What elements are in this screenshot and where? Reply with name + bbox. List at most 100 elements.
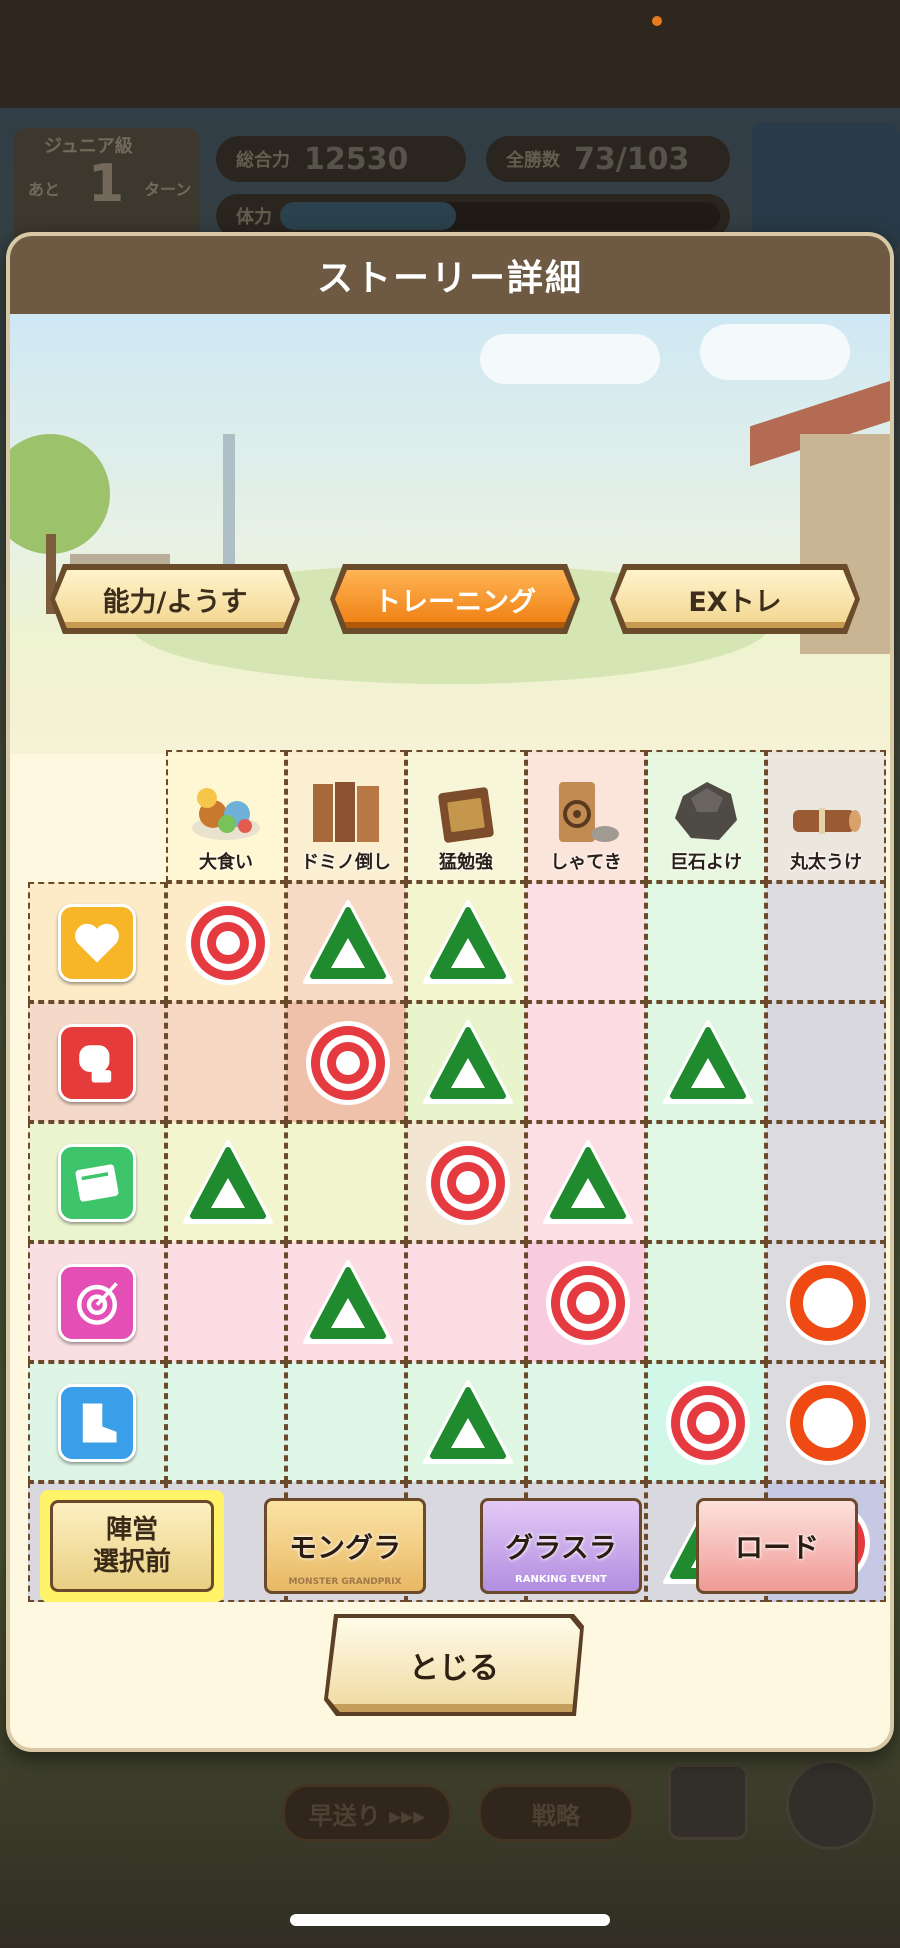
mode-label: モングラ bbox=[288, 1531, 401, 1564]
triangle-mark bbox=[543, 1140, 633, 1224]
column-label: 大食い bbox=[199, 852, 253, 873]
double-circle-mark bbox=[546, 1261, 630, 1345]
mode-label: ロード bbox=[734, 1531, 819, 1564]
heart-icon bbox=[58, 904, 136, 982]
grid-cell bbox=[766, 1002, 886, 1122]
food-plate-icon bbox=[192, 788, 260, 840]
grand-slam-button[interactable]: グラスラ RANKING EVENT bbox=[480, 1498, 642, 1594]
target-board-icon bbox=[559, 782, 619, 842]
faction-line1: 陣営 bbox=[105, 1515, 158, 1545]
modal-header: ストーリー詳細 bbox=[10, 236, 890, 314]
column-label: 巨石よけ bbox=[670, 852, 742, 873]
double-circle-mark bbox=[666, 1381, 750, 1465]
recording-indicator bbox=[652, 16, 662, 26]
grid-cell bbox=[526, 882, 646, 1002]
tab-ability[interactable]: 能力/ようす bbox=[55, 570, 295, 628]
grid-cell bbox=[526, 1122, 646, 1242]
boulder-icon bbox=[675, 782, 737, 840]
grid-cell bbox=[766, 1242, 886, 1362]
triangle-mark bbox=[423, 1020, 513, 1104]
double-circle-mark bbox=[306, 1021, 390, 1105]
domino-boards-icon bbox=[313, 782, 379, 842]
cloud bbox=[480, 334, 660, 384]
column-label: ドミノ倒し bbox=[301, 852, 391, 873]
grid-cell bbox=[406, 882, 526, 1002]
faction-line2: 選択前 bbox=[92, 1547, 171, 1577]
mode-label: グラスラ bbox=[505, 1531, 617, 1564]
triangle-mark bbox=[663, 1020, 753, 1104]
grid-cell bbox=[166, 882, 286, 1002]
triangle-mark bbox=[183, 1140, 273, 1224]
tree bbox=[10, 434, 110, 554]
grid-cell bbox=[406, 1122, 526, 1242]
column-header-domino: ドミノ倒し bbox=[286, 750, 406, 882]
grid-cell bbox=[286, 1242, 406, 1362]
monster-grandprix-button[interactable]: モングラ MONSTER GRANDPRIX bbox=[264, 1498, 426, 1594]
close-button[interactable]: とじる bbox=[328, 1618, 580, 1712]
column-header-study: 猛勉強 bbox=[406, 750, 526, 882]
column-header-big-eater: 大食い bbox=[166, 750, 286, 882]
grid-cell bbox=[166, 1122, 286, 1242]
column-header-log: 丸太うけ bbox=[766, 750, 886, 882]
home-indicator[interactable] bbox=[290, 1914, 610, 1926]
grid-cell bbox=[646, 1362, 766, 1482]
tab-ex-training[interactable]: EXトレ bbox=[615, 570, 855, 628]
column-label: しゃてき bbox=[550, 852, 622, 873]
grid-cell bbox=[406, 1242, 526, 1362]
scenery-background bbox=[10, 314, 890, 754]
grid-cell bbox=[286, 1362, 406, 1482]
grid-cell bbox=[526, 1242, 646, 1362]
grid-cell bbox=[526, 1002, 646, 1122]
status-bar bbox=[0, 0, 900, 108]
book-icon bbox=[438, 787, 494, 843]
grid-cell bbox=[406, 1002, 526, 1122]
grid-cell bbox=[766, 1122, 886, 1242]
double-circle-mark bbox=[186, 901, 270, 985]
row-header-cell bbox=[28, 1362, 166, 1482]
row-header-cell bbox=[28, 882, 166, 1002]
modal-title: ストーリー詳細 bbox=[316, 258, 583, 299]
grid-cell bbox=[646, 1002, 766, 1122]
triangle-mark bbox=[303, 900, 393, 984]
log-icon bbox=[793, 808, 861, 834]
tab-training[interactable]: トレーニング bbox=[335, 570, 575, 628]
row-header-cell bbox=[28, 1002, 166, 1122]
column-label: 丸太うけ bbox=[790, 852, 862, 873]
faction-button[interactable]: 陣営 選択前 bbox=[50, 1500, 214, 1592]
mode-sublabel: MONSTER GRANDPRIX bbox=[288, 1577, 402, 1587]
faction-highlight: 陣営 選択前 bbox=[40, 1490, 224, 1602]
triangle-mark bbox=[303, 1260, 393, 1344]
road-button[interactable]: ロード bbox=[696, 1498, 858, 1594]
story-detail-modal: ストーリー詳細 能力/ようす トレーニング EXトレ 大食い ドミノ倒し 猛勉強… bbox=[6, 232, 894, 1752]
grid-cell bbox=[286, 1002, 406, 1122]
circle-mark bbox=[786, 1261, 870, 1345]
triangle-mark bbox=[423, 900, 513, 984]
row-header-cell bbox=[28, 1242, 166, 1362]
grid-cell bbox=[286, 1122, 406, 1242]
training-affinity-grid: 大食い ドミノ倒し 猛勉強 しゃてき 巨石よけ 丸太うけ bbox=[28, 750, 888, 1606]
double-circle-mark bbox=[426, 1141, 510, 1225]
grid-cell bbox=[166, 1002, 286, 1122]
triangle-mark bbox=[423, 1380, 513, 1464]
tower bbox=[223, 434, 235, 574]
grid-cell bbox=[766, 882, 886, 1002]
mode-sublabel: RANKING EVENT bbox=[515, 1574, 607, 1585]
grid-cell bbox=[286, 882, 406, 1002]
target-icon bbox=[58, 1264, 136, 1342]
grid-cell bbox=[646, 882, 766, 1002]
grid-cell bbox=[766, 1362, 886, 1482]
column-header-boulder: 巨石よけ bbox=[646, 750, 766, 882]
boot-icon bbox=[58, 1384, 136, 1462]
grid-cell bbox=[646, 1242, 766, 1362]
grid-cell bbox=[646, 1122, 766, 1242]
cloud bbox=[700, 324, 850, 380]
grid-cell bbox=[166, 1362, 286, 1482]
column-header-shooting: しゃてき bbox=[526, 750, 646, 882]
grid-cell bbox=[526, 1362, 646, 1482]
grid-cell bbox=[406, 1362, 526, 1482]
boxing-glove-icon bbox=[58, 1024, 136, 1102]
column-label: 猛勉強 bbox=[439, 852, 493, 873]
book-icon bbox=[58, 1144, 136, 1222]
grid-cell bbox=[166, 1242, 286, 1362]
circle-mark bbox=[786, 1381, 870, 1465]
